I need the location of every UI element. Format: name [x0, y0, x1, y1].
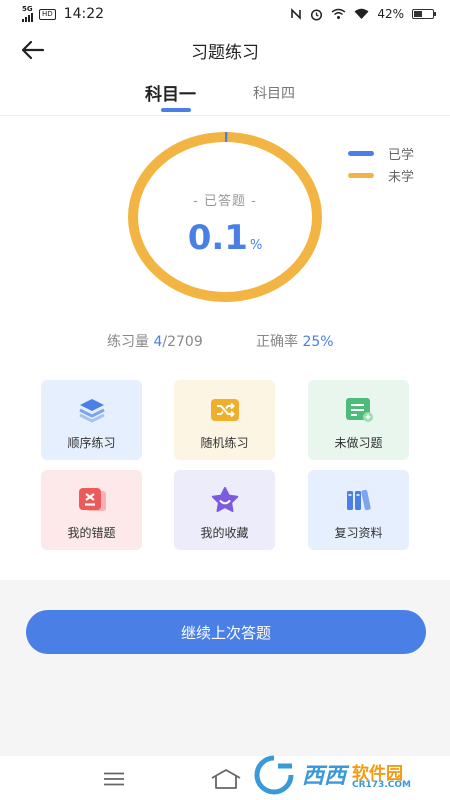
- legend-item-unlearned: 未学: [347, 164, 414, 186]
- status-time: 14:22: [63, 6, 105, 22]
- practice-count: 练习量 4/2709: [107, 331, 203, 351]
- card-label: 未做习题: [334, 436, 383, 450]
- accuracy-value: 25%: [302, 334, 334, 350]
- answered-value: 0.1: [187, 218, 248, 258]
- card-label: 随机练习: [200, 436, 249, 450]
- accuracy: 正确率 25%: [256, 331, 334, 351]
- alarm-icon: [311, 8, 323, 21]
- watermark-brand: 西西: [302, 764, 347, 789]
- app-header: 习题练习: [0, 28, 450, 72]
- legend-swatch: [347, 172, 374, 178]
- accuracy-label: 正确率: [256, 334, 298, 350]
- note-list-icon: [345, 398, 373, 422]
- sequential-practice-button[interactable]: 顺序练习: [41, 380, 142, 460]
- back-arrow-icon[interactable]: [20, 38, 46, 62]
- card-label: 复习资料: [334, 526, 383, 540]
- subject-tabs: 科目一 科目四: [0, 76, 450, 116]
- legend-item-learned: 已学: [347, 142, 414, 164]
- watermark-domain: CR173.COM: [352, 780, 411, 790]
- practice-label: 练习量: [107, 334, 149, 350]
- card-label: 我的错题: [67, 526, 116, 540]
- practice-total: /2709: [162, 334, 203, 350]
- legend-label: 未学: [387, 169, 414, 185]
- wrong-answers-button[interactable]: 我的错题: [41, 470, 142, 550]
- layers-icon: [78, 399, 105, 423]
- shuffle-icon: [210, 399, 239, 421]
- divider: [0, 115, 450, 116]
- bottom-panel: [0, 580, 450, 756]
- legend-label: 已学: [387, 147, 414, 163]
- watermark-logo: [254, 755, 294, 795]
- page-title: 习题练习: [191, 42, 259, 63]
- tab-subject-one[interactable]: 科目一: [145, 80, 196, 105]
- wifi-icon: [354, 8, 369, 19]
- progress-legend: 已学 未学: [347, 142, 414, 186]
- progress-ring: [128, 132, 322, 302]
- hd-badge: HD: [39, 8, 56, 20]
- card-label: 我的收藏: [200, 526, 249, 540]
- random-practice-button[interactable]: 随机练习: [174, 380, 275, 460]
- answered-unit: %: [249, 238, 263, 253]
- active-tab-indicator: [161, 108, 191, 112]
- books-icon: [346, 489, 371, 511]
- battery-icon: [412, 9, 436, 19]
- cellular-signal: 5G: [22, 6, 33, 22]
- network-type: 5G: [22, 5, 33, 13]
- wrong-answers-icon: [78, 488, 106, 511]
- legend-swatch: [347, 150, 374, 156]
- menu-icon[interactable]: [103, 772, 125, 786]
- ring-unlearned: [128, 132, 322, 302]
- star-icon: [211, 487, 238, 512]
- answered-label: - 已答题 -: [193, 194, 257, 209]
- nfc-icon: [291, 8, 302, 20]
- signal-icon: [22, 13, 33, 22]
- answered-percent: 0.1%: [126, 218, 324, 258]
- status-bar: 5G HD 14:22 42%: [0, 0, 450, 28]
- tab-subject-four[interactable]: 科目四: [253, 83, 295, 103]
- home-icon[interactable]: [210, 768, 242, 790]
- wifi-call-icon: [331, 8, 346, 19]
- battery-percent: 42%: [377, 7, 404, 21]
- continue-last-answer-button[interactable]: 继续上次答题: [26, 610, 426, 654]
- card-label: 顺序练习: [67, 436, 116, 450]
- favorites-button[interactable]: 我的收藏: [174, 470, 275, 550]
- review-materials-button[interactable]: 复习资料: [308, 470, 409, 550]
- unanswered-questions-button[interactable]: 未做习题: [308, 380, 409, 460]
